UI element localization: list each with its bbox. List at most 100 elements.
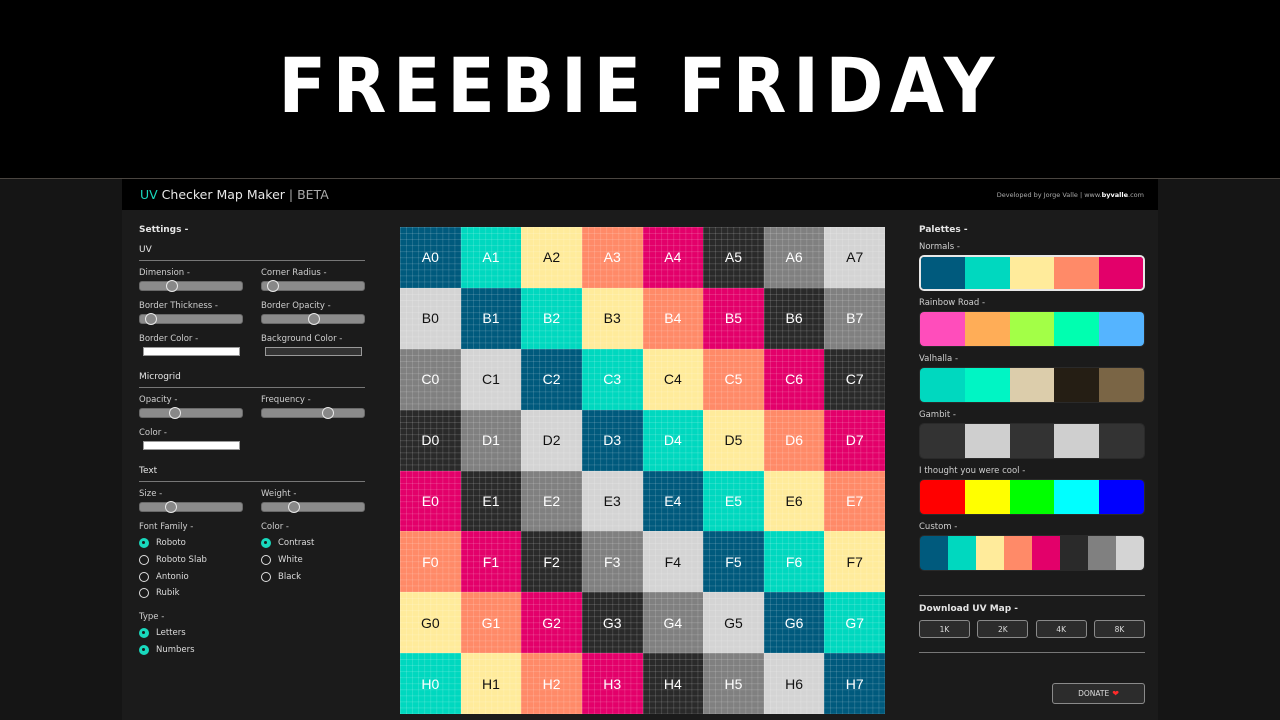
border-thickness-label: Border Thickness - (139, 301, 218, 311)
donate-button[interactable]: DONATE ❤ (1052, 683, 1145, 704)
palette-swatch[interactable] (1054, 257, 1099, 289)
slider-handle[interactable] (308, 313, 320, 325)
palette-swatch[interactable] (1009, 368, 1055, 402)
palette-option[interactable] (919, 479, 1145, 515)
palette-swatch[interactable] (1054, 480, 1100, 514)
radio-indicator[interactable] (139, 588, 149, 599)
palette-swatch[interactable] (1098, 257, 1143, 289)
palette-swatch[interactable] (1088, 536, 1116, 570)
slider-handle[interactable] (287, 501, 300, 513)
uv-cell-label: G6 (784, 614, 804, 631)
font-family-option-roboto-slab[interactable]: Roboto Slab (139, 552, 243, 569)
uv-cell: D6 (763, 409, 825, 471)
corner-radius-slider[interactable] (261, 280, 365, 292)
text-weight-slider[interactable] (261, 501, 365, 513)
palette-swatch[interactable] (920, 536, 948, 570)
border-opacity-slider[interactable] (261, 313, 365, 325)
palette-option[interactable] (919, 535, 1145, 571)
palette-swatch[interactable] (1060, 536, 1088, 570)
font-family-option-rubik[interactable]: Rubik (139, 585, 243, 602)
download-8k-button[interactable]: 8K (1093, 620, 1145, 638)
palette-swatch[interactable] (1009, 424, 1055, 458)
developer-credit-link[interactable]: Developed by Jorge Valle | www.byvalle.c… (997, 191, 1144, 199)
palette-swatch[interactable] (1099, 424, 1144, 458)
border-color-label: Border Color - (139, 334, 199, 344)
download-2k-button[interactable]: 2K (977, 620, 1029, 638)
palette-swatch[interactable] (1099, 312, 1144, 346)
microgrid-frequency-slider[interactable] (261, 407, 365, 419)
slider-handle[interactable] (169, 407, 182, 419)
radio-indicator[interactable] (139, 644, 149, 655)
uv-cell-label: G7 (845, 614, 865, 631)
uv-cell-label: E7 (846, 492, 864, 509)
font-family-option-roboto[interactable]: Roboto (139, 535, 243, 552)
slider-handle[interactable] (144, 313, 157, 325)
uv-cell-label: F3 (604, 553, 621, 570)
slider-handle[interactable] (165, 280, 178, 292)
dimension-slider[interactable] (139, 280, 243, 292)
uv-cell: F2 (521, 531, 582, 593)
palette-swatch[interactable] (1054, 312, 1100, 346)
radio-indicator[interactable] (139, 538, 149, 549)
radio-indicator[interactable] (261, 538, 271, 549)
uv-cell: C1 (460, 348, 522, 410)
palette-swatch[interactable] (1009, 312, 1055, 346)
palette-swatch[interactable] (1116, 536, 1144, 570)
text-size-slider[interactable] (139, 501, 243, 513)
microgrid-color-picker[interactable] (143, 441, 240, 450)
background-color-picker[interactable] (265, 347, 362, 356)
radio-indicator[interactable] (139, 555, 149, 566)
download-1k-button[interactable]: 1K (919, 620, 970, 638)
font-family-option-antonio[interactable]: Antonio (139, 568, 243, 585)
option-label: Roboto Slab (156, 555, 207, 566)
radio-indicator[interactable] (261, 571, 271, 582)
uv-cell: E7 (824, 470, 885, 532)
uv-cell: G6 (763, 592, 825, 654)
palette-swatch[interactable] (1099, 480, 1144, 514)
settings-heading: Settings - (139, 225, 189, 235)
uv-cell-label: E1 (482, 492, 500, 509)
palettes-panel: Palettes - Normals - Rainbow Road - Valhal… (919, 225, 1145, 704)
border-thickness-slider[interactable] (139, 313, 243, 325)
palette-swatch[interactable] (1009, 480, 1055, 514)
palette-option[interactable] (919, 311, 1145, 347)
palette-swatch[interactable] (948, 536, 976, 570)
text-color-option-black[interactable]: Black (261, 568, 365, 585)
palette-swatch[interactable] (1032, 536, 1060, 570)
text-color-option-white[interactable]: White (261, 552, 365, 569)
palette-swatch[interactable] (920, 312, 965, 346)
uv-cell: A6 (763, 227, 825, 288)
slider-handle[interactable] (164, 501, 177, 513)
palette-swatch[interactable] (921, 257, 966, 289)
palette-swatch[interactable] (964, 368, 1010, 402)
microgrid-color-label: Color - (139, 428, 167, 438)
palette-swatch[interactable] (1099, 368, 1144, 402)
palette-swatch[interactable] (920, 424, 965, 458)
palette-swatch[interactable] (1009, 257, 1055, 289)
palette-swatch[interactable] (964, 480, 1010, 514)
palette-swatch[interactable] (920, 480, 965, 514)
palette-swatch[interactable] (976, 536, 1004, 570)
palette-swatch[interactable] (1004, 536, 1032, 570)
microgrid-opacity-slider[interactable] (139, 407, 243, 419)
palette-swatch[interactable] (920, 368, 965, 402)
palette-swatch[interactable] (1054, 368, 1100, 402)
option-label: Numbers (156, 644, 195, 655)
palette-option[interactable] (919, 367, 1145, 403)
palette-swatch[interactable] (964, 424, 1010, 458)
slider-handle[interactable] (266, 280, 279, 292)
border-color-picker[interactable] (143, 347, 240, 356)
type-option-numbers[interactable]: Numbers (139, 641, 365, 658)
type-option-letters[interactable]: Letters (139, 625, 365, 642)
text-color-option-contrast[interactable]: Contrast (261, 535, 365, 552)
slider-handle[interactable] (321, 407, 334, 419)
palette-swatch[interactable] (1054, 424, 1100, 458)
palette-swatch[interactable] (964, 312, 1010, 346)
palette-option[interactable] (919, 423, 1145, 459)
radio-indicator[interactable] (139, 628, 149, 639)
download-4k-button[interactable]: 4K (1035, 620, 1087, 638)
palette-option[interactable] (919, 255, 1145, 291)
radio-indicator[interactable] (139, 571, 149, 582)
radio-indicator[interactable] (261, 555, 271, 566)
palette-swatch[interactable] (965, 257, 1010, 289)
